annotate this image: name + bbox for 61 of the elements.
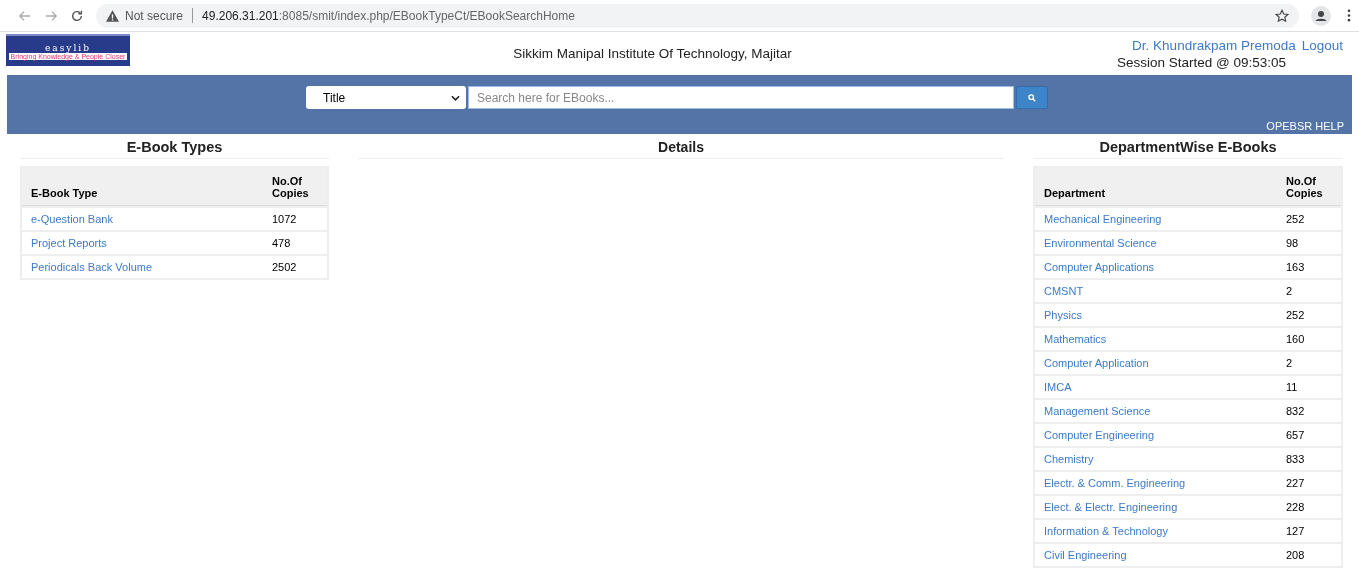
panel-title: E-Book Types bbox=[20, 139, 329, 159]
department-link[interactable]: Civil Engineering bbox=[1044, 549, 1127, 561]
department-link[interactable]: Computer Applications bbox=[1044, 261, 1155, 273]
copies-cell-text: 252 bbox=[1286, 309, 1306, 321]
warning-icon bbox=[106, 9, 119, 22]
department-link[interactable]: Mathematics bbox=[1044, 333, 1107, 345]
copies-cell-text: 208 bbox=[1286, 549, 1306, 561]
copies-cell-text: 657 bbox=[1286, 429, 1306, 441]
department-link[interactable]: Computer Engineering bbox=[1044, 429, 1155, 441]
copies-cell-text: 11 bbox=[1286, 381, 1299, 393]
department-link[interactable]: Computer Application bbox=[1044, 357, 1149, 369]
column-header: Department bbox=[1043, 187, 1107, 199]
field-select[interactable]: Title bbox=[306, 86, 466, 109]
copies-cell-text: 127 bbox=[1286, 525, 1306, 537]
copies-cell-text: 228 bbox=[1286, 501, 1306, 513]
copies-cell-text: 160 bbox=[1286, 333, 1306, 345]
copies-cell-text: 832 bbox=[1286, 405, 1306, 417]
profile-icon[interactable] bbox=[1311, 5, 1331, 26]
copies-cell-text: 98 bbox=[1286, 237, 1300, 249]
copies-cell-text: 2502 bbox=[272, 261, 298, 273]
help-link[interactable]: OPEBSR HELP bbox=[1266, 120, 1344, 132]
copies-cell-text: 833 bbox=[1286, 453, 1306, 465]
star-icon[interactable] bbox=[1275, 8, 1289, 23]
column-header: No.Of Copies bbox=[272, 175, 310, 199]
copies-cell-text: 252 bbox=[1286, 213, 1306, 225]
department-link[interactable]: Elect. & Electr. Engineering bbox=[1044, 501, 1178, 513]
ebook-type-link[interactable]: Project Reports bbox=[31, 237, 107, 249]
panel-title: Details bbox=[358, 139, 1004, 159]
column-header: No.Of Copies bbox=[1286, 175, 1324, 199]
ebook-type-link[interactable]: Periodicals Back Volume bbox=[31, 261, 153, 273]
department-link[interactable]: Chemistry bbox=[1044, 453, 1094, 465]
copies-cell-text: 2 bbox=[1286, 357, 1294, 369]
copies-cell-text: 2 bbox=[1286, 285, 1294, 297]
department-link[interactable]: IMCA bbox=[1044, 381, 1072, 393]
address-bar[interactable]: Not secure 49.206.31.201:8085/smit/index.php/EBookTypeCt/EBookSearchHome bbox=[96, 3, 1299, 28]
copies-cell-text: 478 bbox=[272, 237, 292, 249]
department-link[interactable]: Mechanical Engineering bbox=[1044, 213, 1162, 225]
column-header: E-Book Type bbox=[30, 187, 99, 199]
user-link[interactable]: Dr. Khundrakpam Premoda bbox=[1132, 37, 1296, 53]
menu-icon[interactable] bbox=[1347, 9, 1351, 22]
copies-cell-text: 163 bbox=[1286, 261, 1306, 273]
copies-cell-text: 227 bbox=[1286, 477, 1306, 489]
department-link[interactable]: Information & Technology bbox=[1044, 525, 1168, 537]
department-link[interactable]: Electr. & Comm. Engineering bbox=[1044, 477, 1186, 489]
institute-title: Sikkim Manipal Institute Of Technology, Majitar bbox=[512, 46, 793, 61]
department-link[interactable]: CMSNT bbox=[1044, 285, 1084, 297]
session-text: Session Started @ 09:53:05 bbox=[1116, 54, 1287, 70]
reload-icon[interactable] bbox=[70, 8, 84, 23]
chevron-icon bbox=[451, 94, 460, 101]
department-link[interactable]: Physics bbox=[1044, 309, 1082, 321]
search-button[interactable] bbox=[1016, 86, 1048, 109]
department-link[interactable]: Management Science bbox=[1044, 405, 1151, 417]
url-text: 49.206.31.201:8085/smit/index.php/EBookTypeCt/EBookSearchHome bbox=[202, 8, 576, 23]
copies-cell-text: 1072 bbox=[272, 213, 298, 225]
search-field[interactable]: Search here for EBooks... bbox=[468, 86, 1014, 109]
department-link[interactable]: Environmental Science bbox=[1044, 237, 1157, 249]
logout-link[interactable]: Logout bbox=[1301, 37, 1343, 53]
ebook-type-link[interactable]: e-Question Bank bbox=[31, 213, 113, 225]
panel-title: DepartmentWise E-Books bbox=[1033, 139, 1343, 159]
security-label: Not secure bbox=[125, 8, 184, 23]
search-icon bbox=[1028, 93, 1036, 102]
